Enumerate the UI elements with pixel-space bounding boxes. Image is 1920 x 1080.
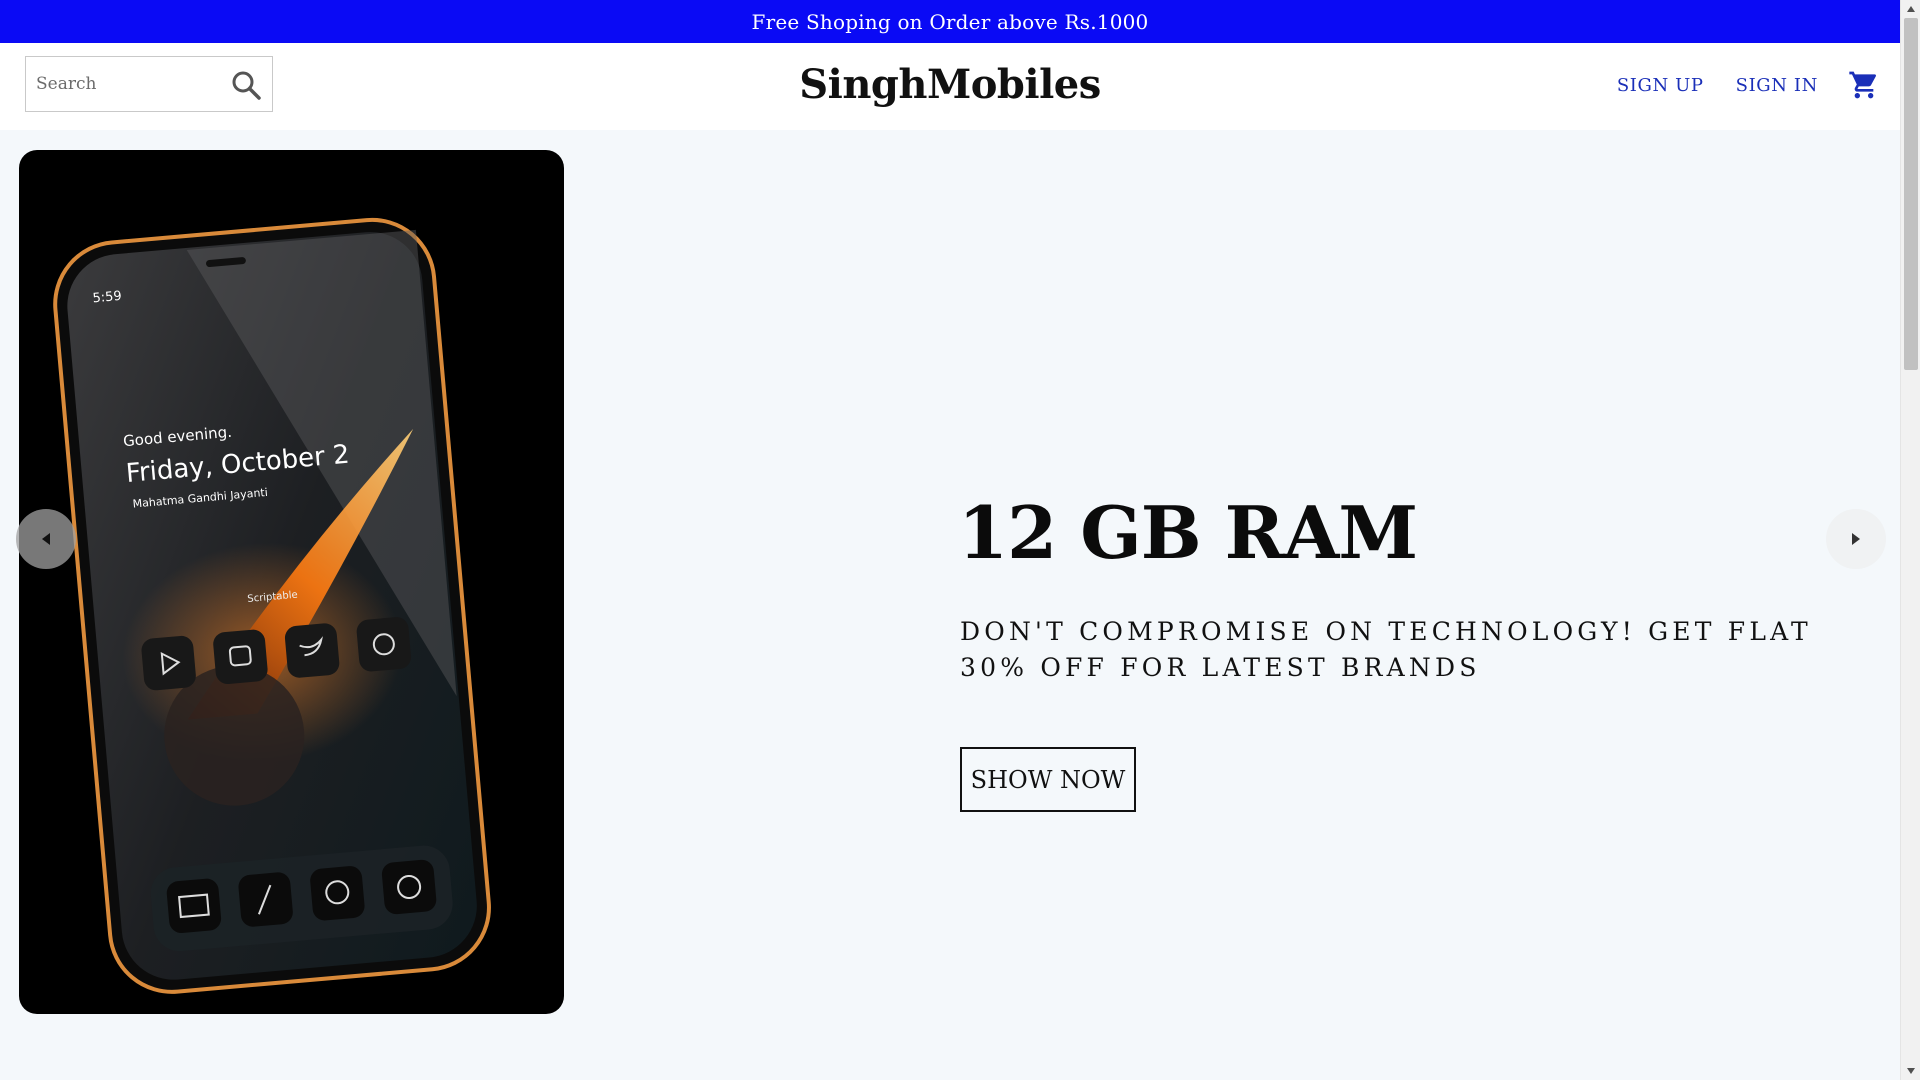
announcement-text: Free Shoping on Order above Rs.1000 (751, 9, 1149, 34)
search-input[interactable] (26, 57, 216, 111)
caret-left-icon (42, 533, 50, 545)
hero-product-image: 5:59 Good evening. Friday, October 2 Mah… (19, 150, 564, 1014)
search-box (25, 56, 273, 112)
header-nav: SIGN UP SIGN IN (1617, 69, 1880, 101)
scroll-thumb[interactable] (1904, 18, 1918, 370)
brand-logo: SinghMobiles (0, 61, 1900, 108)
hero-subtitle: DON'T COMPROMISE ON TECHNOLOGY! GET FLAT… (960, 617, 1812, 682)
search-icon[interactable] (230, 69, 262, 101)
hero-title: 12 GB RAM (958, 490, 1418, 575)
shopping-cart-icon[interactable] (1848, 69, 1880, 101)
carousel-next-button[interactable] (1826, 509, 1886, 569)
sign-up-link[interactable]: SIGN UP (1617, 75, 1704, 96)
site-header: SinghMobiles SIGN UP SIGN IN (0, 43, 1900, 130)
scroll-down-arrow-icon[interactable] (1905, 1065, 1917, 1077)
page-scrollbar[interactable] (1900, 0, 1920, 1080)
hero-carousel: 5:59 Good evening. Friday, October 2 Mah… (0, 130, 1900, 1080)
brand-name[interactable]: SinghMobiles (799, 61, 1101, 108)
show-now-button[interactable]: SHOW NOW (960, 747, 1136, 812)
page: Free Shoping on Order above Rs.1000 Sing… (0, 0, 1900, 1080)
sign-in-link[interactable]: SIGN IN (1736, 75, 1818, 96)
announcement-bar: Free Shoping on Order above Rs.1000 (0, 0, 1900, 43)
scroll-up-arrow-icon[interactable] (1905, 3, 1917, 15)
phone-illustration: 5:59 Good evening. Friday, October 2 Mah… (53, 217, 491, 994)
caret-right-icon (1852, 533, 1860, 545)
phone-time: 5:59 (92, 289, 122, 306)
carousel-prev-button[interactable] (16, 509, 76, 569)
